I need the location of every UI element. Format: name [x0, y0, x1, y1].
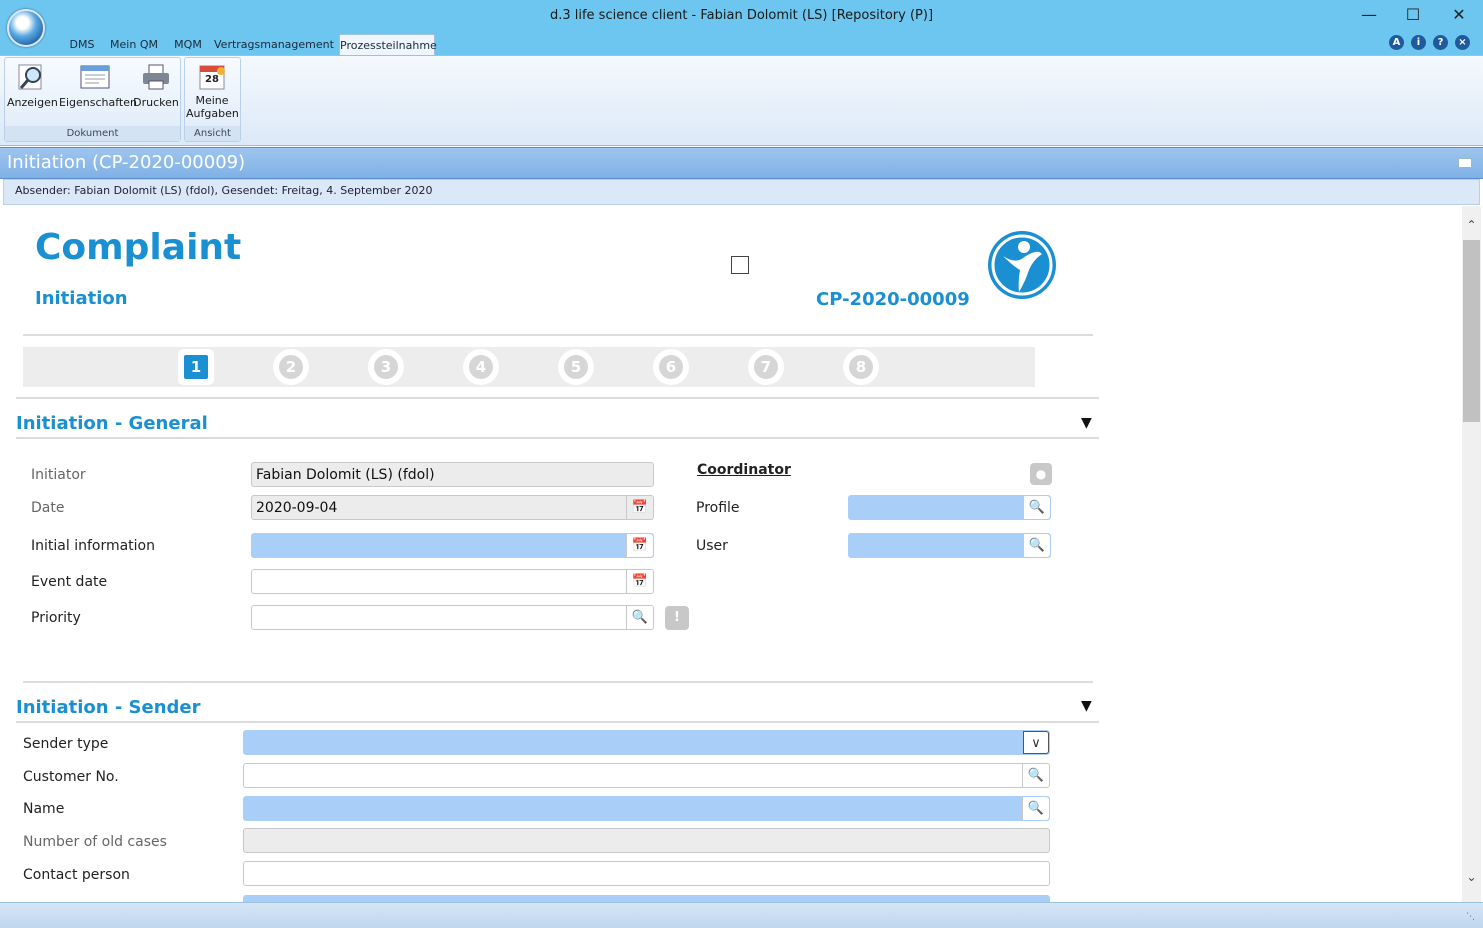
company-logo-icon — [985, 226, 1059, 304]
user-label: User — [696, 538, 728, 554]
form-heading: Complaint — [35, 227, 242, 268]
anzeigen-button[interactable]: Anzeigen — [7, 62, 58, 117]
step-4-button[interactable]: 4 — [463, 349, 499, 385]
eigenschaften-button[interactable]: Eigenschaften — [59, 62, 137, 117]
drucken-button[interactable]: Drucken — [133, 62, 179, 117]
step-1-button[interactable]: 1 — [178, 349, 214, 385]
customer-no-field[interactable]: 🔍 — [243, 763, 1050, 788]
divider — [23, 334, 1093, 336]
priority-field[interactable]: 🔍 — [251, 605, 654, 630]
tab-mqm[interactable]: MQM — [168, 34, 208, 55]
sender-type-select[interactable]: ∨ — [243, 730, 1050, 755]
resize-grip-icon[interactable]: ⋱ — [1466, 912, 1475, 922]
name-label: Name — [23, 801, 65, 817]
calendar-icon: 📅 — [626, 496, 653, 519]
calendar-icon[interactable]: 📅 — [626, 534, 653, 557]
scroll-up-icon[interactable]: ⌃ — [1463, 218, 1480, 234]
event-date-label: Event date — [31, 574, 108, 590]
date-label: Date — [31, 500, 65, 516]
user-icon[interactable]: ● — [1030, 463, 1052, 485]
section-title-general: Initiation - General — [16, 413, 208, 434]
info-icon[interactable]: i — [1411, 35, 1426, 50]
collapse-triangle-icon[interactable]: ▼ — [1081, 415, 1092, 431]
step-3-button[interactable]: 3 — [368, 349, 404, 385]
old-cases-field — [243, 828, 1050, 853]
step-8-button[interactable]: 8 — [843, 349, 879, 385]
sender-info: Absender: Fabian Dolomit (LS) (fdol), Ge… — [15, 184, 433, 197]
document-title: Initiation (CP-2020-00009) — [7, 152, 246, 173]
scroll-down-icon[interactable]: ⌄ — [1463, 870, 1480, 886]
case-id: CP-2020-00009 — [816, 289, 970, 310]
calendar-icon[interactable]: 📅 — [626, 570, 653, 593]
maximize-icon[interactable]: ☐ — [1390, 0, 1436, 32]
ribbon-group-label: Ansicht — [185, 126, 240, 141]
calendar-day: 28 — [205, 74, 219, 85]
initial-information-label: Initial information — [31, 538, 155, 554]
step-5-button[interactable]: 5 — [558, 349, 594, 385]
minimize-icon[interactable]: — — [1346, 0, 1392, 32]
search-icon[interactable]: 🔍 — [626, 606, 653, 629]
tab-dms[interactable]: DMS — [64, 34, 100, 55]
exit-icon[interactable]: × — [1455, 35, 1470, 50]
collapse-panel-icon[interactable] — [1458, 158, 1472, 168]
calendar-icon: 28 — [196, 62, 228, 92]
old-cases-label: Number of old cases — [23, 834, 167, 850]
step-bar — [23, 347, 1035, 387]
ribbon-group-label: Dokument — [5, 126, 180, 141]
contact-person-label: Contact person — [23, 867, 130, 883]
search-icon[interactable]: 🔍 — [1022, 797, 1049, 820]
divider — [23, 681, 1093, 683]
profile-label: Profile — [696, 500, 740, 516]
priority-label: Priority — [31, 610, 81, 626]
contact-person-field[interactable] — [243, 861, 1050, 886]
initiator-label: Initiator — [31, 467, 86, 483]
section-title-sender: Initiation - Sender — [16, 697, 201, 718]
warning-icon[interactable]: ! — [665, 606, 689, 630]
customer-no-label: Customer No. — [23, 769, 119, 785]
search-icon[interactable]: 🔍 — [1023, 534, 1050, 557]
checkbox[interactable] — [731, 256, 749, 274]
next-field[interactable] — [243, 895, 1050, 902]
profile-field[interactable]: 🔍 — [848, 495, 1051, 520]
step-6-button[interactable]: 6 — [653, 349, 689, 385]
divider — [16, 437, 1099, 439]
divider — [16, 721, 1099, 723]
meine-aufgaben-button[interactable]: 28 Meine Aufgaben — [186, 62, 239, 120]
step-7-button[interactable]: 7 — [748, 349, 784, 385]
date-field: 2020-09-04 📅 — [251, 495, 654, 520]
status-bar — [0, 902, 1483, 928]
event-date-field[interactable]: 📅 — [251, 569, 654, 594]
coordinator-label: Coordinator — [697, 462, 791, 478]
app-menu-orb-icon[interactable] — [7, 9, 45, 47]
printer-icon — [140, 62, 172, 92]
window-title: d.3 life science client - Fabian Dolomit… — [549, 8, 934, 23]
tab-vertragsmanagement[interactable]: Vertragsmanagement — [214, 34, 334, 55]
magnifier-icon — [16, 62, 48, 92]
account-icon[interactable]: A — [1389, 35, 1404, 50]
search-icon[interactable]: 🔍 — [1023, 496, 1050, 519]
step-2-button[interactable]: 2 — [273, 349, 309, 385]
form-content: Complaint Initiation CP-2020-00009 1 2 3… — [3, 206, 1461, 902]
form-subheading: Initiation — [35, 288, 128, 309]
initial-information-field[interactable]: 📅 — [251, 533, 654, 558]
divider — [16, 397, 1099, 399]
name-field[interactable]: 🔍 — [243, 796, 1050, 821]
initiator-field: Fabian Dolomit (LS) (fdol) — [251, 462, 654, 487]
collapse-triangle-icon[interactable]: ▼ — [1081, 698, 1092, 714]
scrollbar-thumb[interactable] — [1463, 240, 1480, 422]
search-icon[interactable]: 🔍 — [1022, 764, 1049, 787]
sender-type-label: Sender type — [23, 736, 109, 752]
close-icon[interactable]: ✕ — [1436, 0, 1482, 32]
user-field[interactable]: 🔍 — [848, 533, 1051, 558]
tab-mein-qm[interactable]: Mein QM — [108, 34, 160, 55]
help-icon[interactable]: ? — [1433, 35, 1448, 50]
properties-icon — [79, 62, 111, 92]
chevron-down-icon[interactable]: ∨ — [1023, 731, 1049, 754]
tab-prozessteilnahme[interactable]: Prozessteilnahme — [339, 34, 437, 55]
